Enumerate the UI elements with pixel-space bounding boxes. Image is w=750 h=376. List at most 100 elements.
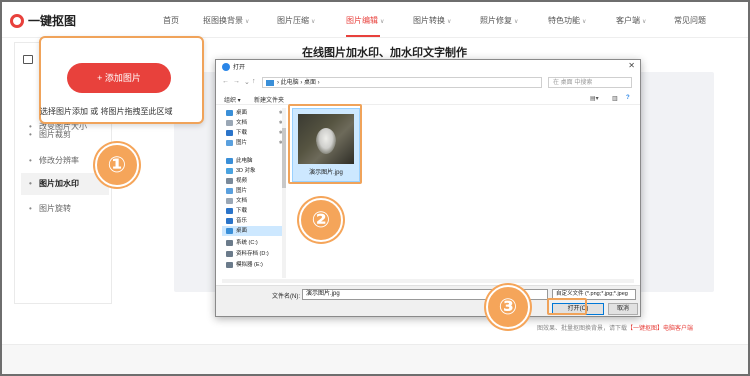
logo-icon	[10, 13, 24, 28]
nav-node-label: 此电脑	[236, 158, 253, 164]
nav-node-9[interactable]: 下载	[222, 206, 286, 216]
nav-node-label: 系统 (C:)	[236, 240, 258, 246]
nav-item-0[interactable]: 首页	[163, 15, 179, 26]
nav-item-6[interactable]: 特色功能 ∨	[548, 15, 586, 26]
nav-node-2[interactable]: 下载 ✱	[222, 128, 286, 138]
dialog-title: 打开	[233, 65, 246, 71]
nav-item-7[interactable]: 客户端 ∨	[616, 15, 646, 26]
nav-node-label: 下载	[236, 130, 248, 136]
close-icon[interactable]: ✕	[628, 61, 635, 70]
view-icon[interactable]: ▤▾	[590, 95, 599, 102]
client-download-link[interactable]: 【一键抠图】电脑客户端	[627, 326, 693, 332]
nav-item-2[interactable]: 图片压缩 ∨	[277, 15, 315, 26]
nav-item-label: 照片修复	[480, 16, 512, 25]
scrollbar-thumb[interactable]	[282, 128, 286, 188]
nav-node-label: 资料存档 (D:)	[236, 251, 269, 257]
logo[interactable]: 一键抠图	[10, 12, 76, 29]
nav-item-label: 常见问题	[674, 16, 706, 25]
folder-icon	[226, 178, 233, 184]
chevron-down-icon: ∨	[514, 19, 519, 25]
nav-item-label: 客户端	[616, 16, 640, 25]
nav-node-label: 桌面	[236, 110, 248, 116]
dialog-titlebar: 打开 ✕	[216, 60, 640, 74]
nav-node-8[interactable]: 文档	[222, 196, 286, 206]
logo-text: 一键抠图	[28, 14, 77, 28]
file-name-caption: 文件名(N):	[272, 294, 300, 300]
nav-node-label: 3D 对象	[236, 168, 256, 174]
folder-icon	[226, 120, 233, 126]
chevron-down-icon: ∨	[447, 19, 452, 25]
step-badge-1: ①	[95, 143, 139, 187]
nav-node-14[interactable]: 模拟器 (E:)	[222, 260, 286, 270]
nav-item-3[interactable]: 图片编辑 ∨	[346, 15, 384, 26]
open-button-highlight	[547, 298, 587, 315]
folder-icon	[226, 240, 233, 246]
nav-node-4[interactable]: 此电脑	[222, 156, 286, 166]
address-row: ← → ⌄ ↑ › 此电脑 › 桌面 › 在 桌面 中搜索	[216, 76, 640, 90]
sidebar-item-3[interactable]: 图片加水印	[21, 173, 109, 195]
nav-item-1[interactable]: 抠图换背景 ∨	[203, 15, 249, 26]
top-nav: 一键抠图 首页 抠图换背景 ∨ 图片压缩 ∨ 图片编辑 ∨ 图片转换 ∨ 照片修复 ∨ 特色功能 ∨ 客户…	[2, 2, 748, 38]
folder-icon	[226, 140, 233, 146]
up-arrow-icon[interactable]: ↑	[252, 78, 256, 85]
image-icon	[23, 55, 33, 64]
cancel-button[interactable]: 取消	[608, 303, 638, 315]
search-input[interactable]: 在 桌面 中搜索	[548, 77, 632, 88]
nav-node-7[interactable]: 图片	[222, 186, 286, 196]
nav-node-11[interactable]: 桌面	[222, 226, 286, 236]
nav-node-label: 模拟器 (E:)	[236, 262, 263, 268]
nav-node-12[interactable]: 系统 (C:)	[222, 238, 286, 248]
navigation-pane: 桌面 ✱ 文档 ✱ 下载 ✱ 图片 ✱ 此电脑 3D 对象 视频 图片 文档 下载 音乐 桌面 系统 (C:) 资…	[222, 108, 286, 278]
new-folder-button[interactable]: 新建文件夹	[254, 95, 284, 104]
nav-node-label: 文档	[236, 120, 248, 126]
folder-icon	[226, 110, 233, 116]
nav-item-8[interactable]: 常见问题	[674, 15, 706, 26]
nav-node-10[interactable]: 音乐	[222, 216, 286, 226]
chevron-down-icon: ∨	[642, 19, 647, 25]
bottom-band	[2, 344, 748, 374]
nav-node-label: 视频	[236, 178, 248, 184]
chevron-down-icon: ∨	[311, 19, 316, 25]
nav-item-label: 图片编辑	[346, 16, 378, 25]
nav-item-label: 图片压缩	[277, 16, 309, 25]
chrome-icon	[222, 63, 230, 71]
chevron-down-icon[interactable]: ⌄	[244, 78, 250, 86]
nav-item-label: 抠图换背景	[203, 16, 243, 25]
sidebar-item-1[interactable]: 图片裁剪	[21, 124, 109, 146]
computer-icon	[266, 80, 274, 86]
help-icon[interactable]: ?	[626, 95, 630, 101]
step-badge-2: ②	[299, 198, 343, 242]
nav-item-4[interactable]: 图片转换 ∨	[413, 15, 451, 26]
page-title: 在线图片加水印、加水印文字制作	[302, 47, 467, 59]
organize-menu[interactable]: 组织 ▾	[224, 95, 241, 104]
sidebar-item-4[interactable]: 图片旋转	[21, 198, 109, 220]
folder-icon	[226, 228, 233, 234]
browser-frame: 一键抠图 首页 抠图换背景 ∨ 图片压缩 ∨ 图片编辑 ∨ 图片转换 ∨ 照片修复 ∨ 特色功能 ∨ 客户…	[0, 0, 750, 376]
nav-item-label: 特色功能	[548, 16, 580, 25]
add-image-button[interactable]: + 添加图片	[67, 63, 171, 93]
nav-node-label: 图片	[236, 140, 248, 146]
address-bar[interactable]: › 此电脑 › 桌面 ›	[262, 77, 542, 88]
nav-node-label: 音乐	[236, 218, 248, 224]
folder-icon	[226, 168, 233, 174]
folder-icon	[226, 130, 233, 136]
back-arrow-icon[interactable]: ←	[222, 78, 229, 85]
chevron-down-icon: ∨	[582, 19, 587, 25]
nav-node-1[interactable]: 文档 ✱	[222, 118, 286, 128]
nav-node-13[interactable]: 资料存档 (D:)	[222, 249, 286, 259]
folder-icon	[226, 158, 233, 164]
preview-pane-icon[interactable]: ▥	[612, 95, 618, 102]
nav-node-5[interactable]: 3D 对象	[222, 166, 286, 176]
nav-item-5[interactable]: 照片修复 ∨	[480, 15, 518, 26]
chevron-down-icon: ∨	[245, 19, 250, 25]
chevron-down-icon: ∨	[380, 19, 385, 25]
nav-node-6[interactable]: 视频	[222, 176, 286, 186]
thumbnail-highlight	[288, 104, 362, 184]
nav-scrollbar[interactable]	[282, 108, 286, 278]
nav-node-0[interactable]: 桌面 ✱	[222, 108, 286, 118]
upload-hint: 选择图片添加 或 将图片拖拽至此区域	[40, 107, 173, 116]
forward-arrow-icon[interactable]: →	[233, 78, 240, 85]
horizontal-scrollbar[interactable]	[222, 279, 634, 283]
nav-node-3[interactable]: 图片 ✱	[222, 138, 286, 148]
search-placeholder: 在 桌面 中搜索	[553, 80, 593, 86]
